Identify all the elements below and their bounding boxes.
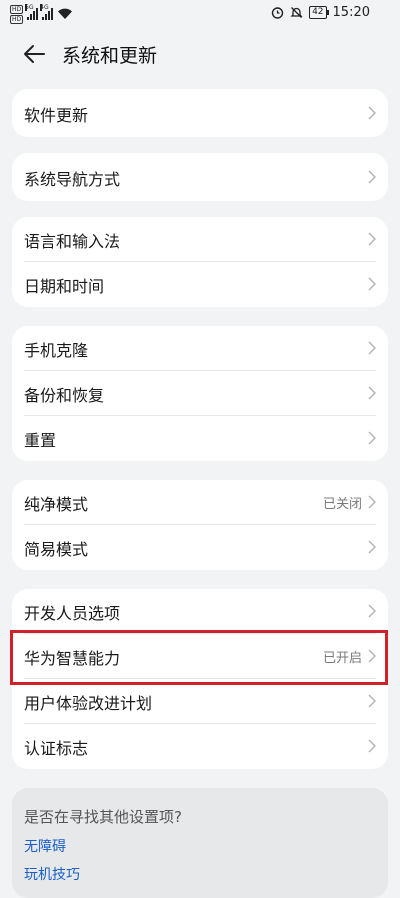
item-label: 用户体验改进计划 [24, 694, 153, 713]
chevron-right-icon [368, 170, 376, 184]
certification-logos-item[interactable]: 认证标志 [12, 724, 388, 769]
status-right: 42 15:20 [271, 5, 370, 20]
settings-group-3: 语言和输入法 日期和时间 [12, 217, 388, 307]
chevron-right-icon [368, 431, 376, 445]
settings-group-1: 软件更新 [12, 89, 388, 137]
highlight-annotation [10, 630, 388, 685]
item-label: 系统导航方式 [24, 170, 121, 189]
item-label: 简易模式 [24, 540, 89, 559]
pure-mode-item[interactable]: 纯净模式 已关闭 [12, 480, 388, 525]
signal-5g-label: 5G [25, 4, 34, 11]
status-bar: HD HD 5G 4G 42 15:20 [0, 0, 400, 28]
chevron-right-icon [368, 604, 376, 618]
chevron-right-icon [368, 232, 376, 246]
user-experience-item[interactable]: 用户体验改进计划 [12, 679, 388, 724]
item-label: 认证标志 [24, 739, 89, 758]
simple-mode-item[interactable]: 简易模式 [12, 525, 388, 570]
settings-group-2: 系统导航方式 [12, 153, 388, 201]
item-label: 纯净模式 [24, 495, 89, 514]
battery-icon: 42 [309, 6, 330, 19]
system-navigation-item[interactable]: 系统导航方式 [12, 153, 388, 201]
chevron-right-icon [368, 386, 376, 400]
signal-4g-icon: 4G [40, 4, 54, 20]
status-left: HD HD 5G 4G [10, 4, 73, 24]
help-title: 是否在寻找其他设置项? [24, 808, 182, 826]
item-label: 日期和时间 [24, 277, 105, 296]
phone-clone-item[interactable]: 手机克隆 [12, 326, 388, 371]
sim2-hd-badge: HD [10, 14, 24, 24]
developer-options-item[interactable]: 开发人员选项 [12, 589, 388, 634]
page-title: 系统和更新 [62, 45, 158, 67]
item-label: 备份和恢复 [24, 386, 105, 405]
item-label: 语言和输入法 [24, 232, 121, 251]
item-label: 手机克隆 [24, 341, 89, 360]
chevron-right-icon [368, 495, 376, 509]
chevron-right-icon [368, 341, 376, 355]
status-value: 已关闭 [322, 497, 362, 512]
tips-link[interactable]: 玩机技巧 [24, 864, 80, 884]
chevron-right-icon [368, 277, 376, 291]
signal-5g-icon: 5G [25, 4, 39, 20]
backup-restore-item[interactable]: 备份和恢复 [12, 371, 388, 416]
settings-group-4: 手机克隆 备份和恢复 重置 [12, 326, 388, 461]
item-label: 重置 [24, 431, 57, 450]
alarm-icon [271, 7, 284, 19]
language-input-item[interactable]: 语言和输入法 [12, 217, 388, 262]
signal-4g-label: 4G [40, 4, 49, 11]
chevron-right-icon [368, 106, 376, 120]
mute-bell-icon [290, 7, 303, 18]
chevron-right-icon [368, 739, 376, 753]
software-update-item[interactable]: 软件更新 [12, 89, 388, 137]
chevron-right-icon [368, 540, 376, 554]
chevron-right-icon [368, 694, 376, 708]
header: 系统和更新 [0, 30, 400, 78]
sim1-hd-badge: HD [10, 4, 24, 14]
wifi-icon [58, 8, 73, 19]
back-arrow-icon[interactable] [18, 40, 50, 68]
help-card: 是否在寻找其他设置项? 无障碍 玩机技巧 [12, 788, 388, 898]
sim-indicators: HD HD [10, 4, 24, 24]
item-label: 软件更新 [24, 106, 89, 125]
date-time-item[interactable]: 日期和时间 [12, 262, 388, 307]
reset-item[interactable]: 重置 [12, 416, 388, 461]
accessibility-link[interactable]: 无障碍 [24, 836, 66, 856]
item-label: 开发人员选项 [24, 604, 121, 623]
clock: 15:20 [332, 5, 370, 20]
settings-group-5: 纯净模式 已关闭 简易模式 [12, 480, 388, 570]
